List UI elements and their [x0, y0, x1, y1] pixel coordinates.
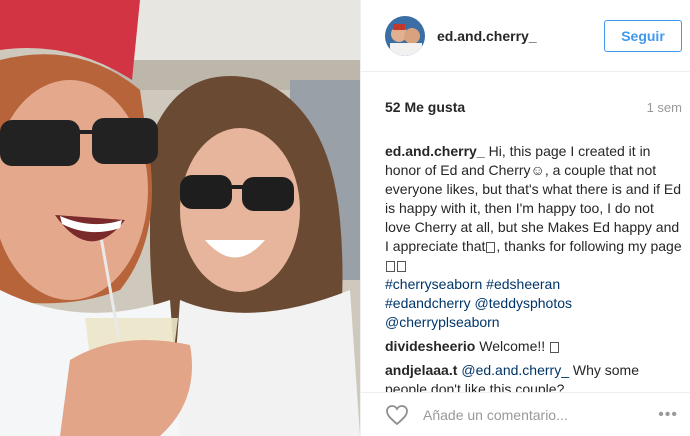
avatar-image	[385, 15, 425, 56]
instagram-post-view: ed.and.cherry_ Seguir 52 Me gusta 1 sem …	[0, 0, 690, 436]
post-photo[interactable]	[0, 0, 360, 436]
comment: andjelaaa.t @ed.and.cherry_ Why some peop…	[385, 361, 682, 392]
post-side-panel: ed.and.cherry_ Seguir 52 Me gusta 1 sem …	[360, 0, 690, 436]
mention-link[interactable]: @ed.and.cherry_	[461, 362, 569, 378]
comment-footer: Añade un comentario... •••	[361, 392, 690, 436]
comment: dividesheerio Welcome!!	[385, 337, 682, 356]
comment-text: Welcome!!	[479, 338, 546, 354]
hashtag-link[interactable]: #cherryseaborn	[385, 276, 482, 292]
post-header: ed.and.cherry_ Seguir	[361, 0, 690, 72]
avatar[interactable]	[385, 15, 425, 56]
hashtag-link[interactable]: #edandcherry	[385, 295, 471, 311]
heart-outline-icon[interactable]	[385, 404, 409, 426]
unknown-glyph-icon	[550, 341, 560, 353]
comments-list: ed.and.cherry_ Hi, this page I created it…	[361, 142, 690, 392]
follow-button[interactable]: Seguir	[604, 19, 682, 52]
unknown-glyph-icon	[486, 241, 496, 253]
unknown-glyph-icon	[386, 260, 395, 272]
username-link[interactable]: ed.and.cherry_	[437, 28, 604, 44]
hashtag-link[interactable]: #edsheeran	[486, 276, 560, 292]
mention-link[interactable]: @cherryplseaborn	[385, 314, 500, 330]
comment-username[interactable]: ed.and.cherry_	[385, 143, 485, 159]
comment-username[interactable]: andjelaaa.t	[385, 362, 457, 378]
more-options-icon[interactable]: •••	[658, 406, 678, 424]
likes-row: 52 Me gusta 1 sem	[361, 72, 690, 142]
likes-count[interactable]: 52 Me gusta	[385, 99, 465, 115]
comment-text-continued: , thanks for following my page	[496, 238, 682, 254]
comment-username[interactable]: dividesheerio	[385, 338, 475, 354]
unknown-glyph-icon	[397, 260, 406, 272]
add-comment-input[interactable]: Añade un comentario...	[423, 407, 658, 423]
caption-comment: ed.and.cherry_ Hi, this page I created it…	[385, 142, 682, 332]
post-age: 1 sem	[646, 99, 682, 115]
photo-illustration	[0, 0, 360, 436]
mention-link[interactable]: @teddysphotos	[475, 295, 573, 311]
